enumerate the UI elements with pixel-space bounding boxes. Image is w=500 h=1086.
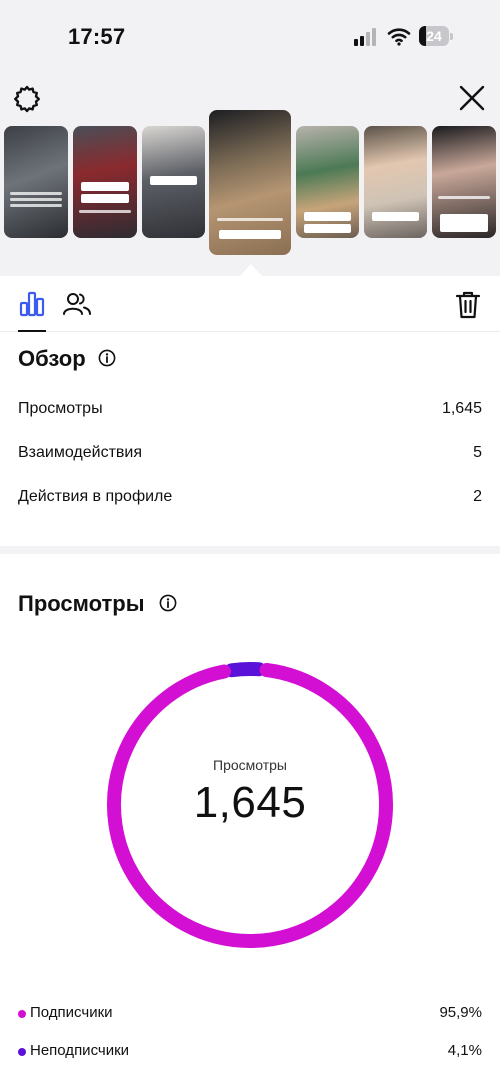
story-thumbnail[interactable] [432, 126, 496, 238]
overview-row-views: Просмотры 1,645 [18, 400, 482, 424]
overview-row-label: Просмотры [18, 400, 103, 417]
overview-title: Обзор [18, 346, 86, 371]
active-tab-indicator [18, 330, 46, 332]
bar-chart-icon[interactable] [18, 290, 46, 318]
status-time: 17:57 [68, 24, 126, 49]
selected-story-pointer [240, 264, 262, 276]
overview-row-profile-actions: Действия в профиле 2 [18, 488, 482, 512]
story-thumbnail[interactable] [4, 126, 68, 238]
donut-segment-non-followers [224, 662, 266, 678]
overview-row-label: Взаимодействия [18, 444, 142, 461]
cellular-signal-icon [354, 28, 380, 46]
story-thumbnail[interactable] [73, 126, 137, 238]
legend-value: 95,9% [439, 1004, 482, 1021]
overview-row-value: 5 [473, 444, 482, 461]
story-thumbnail-selected[interactable] [209, 110, 291, 255]
donut-center-label: Просмотры [213, 757, 287, 773]
people-icon[interactable] [62, 290, 92, 318]
overview-row-label: Действия в профиле [18, 488, 173, 505]
story-thumbnail[interactable] [296, 126, 359, 238]
donut-center-value: 1,645 [193, 778, 307, 827]
legend-label: Неподписчики [30, 1042, 130, 1059]
battery-level: 24 [426, 28, 442, 44]
story-thumbnail[interactable] [364, 126, 427, 238]
overview-row-value: 1,645 [441, 400, 482, 417]
insights-tab-bar [0, 276, 500, 332]
story-thumbnails [0, 108, 500, 268]
wifi-icon [387, 28, 411, 46]
story-thumbnail[interactable] [142, 126, 205, 238]
status-bar: 17:57 24 [0, 0, 500, 72]
info-icon[interactable] [98, 349, 116, 367]
info-icon[interactable] [159, 594, 177, 612]
overview-row-interactions: Взаимодействия 5 [18, 444, 482, 468]
section-divider [0, 546, 500, 554]
legend-item-non-followers: Неподписчики 4,1% [18, 1042, 482, 1064]
legend-dot-followers [18, 1010, 26, 1018]
views-title: Просмотры [18, 591, 145, 616]
legend-item-followers: Подписчики 95,9% [18, 1004, 482, 1026]
battery-icon: 24 [419, 26, 453, 46]
trash-icon[interactable] [454, 290, 482, 320]
legend-value: 4,1% [447, 1042, 482, 1059]
legend-label: Подписчики [30, 1004, 113, 1021]
legend-dot-non-followers [18, 1048, 26, 1056]
overview-row-value: 2 [473, 488, 482, 505]
